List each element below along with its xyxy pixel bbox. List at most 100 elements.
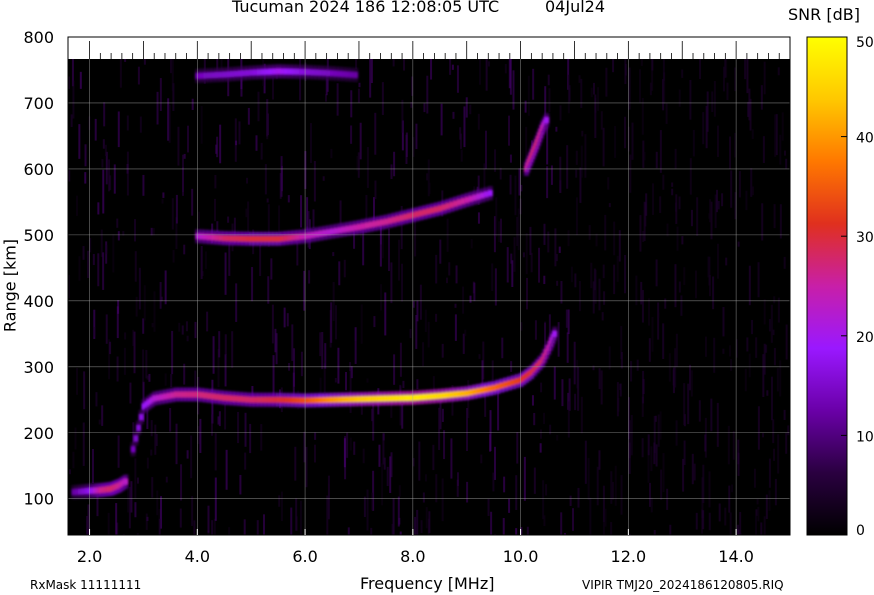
noise-mark bbox=[696, 197, 699, 236]
noise-mark bbox=[191, 188, 194, 216]
noise-mark bbox=[648, 298, 651, 326]
noise-mark bbox=[175, 194, 178, 224]
noise-mark bbox=[487, 498, 490, 516]
noise-mark bbox=[650, 497, 653, 513]
noise-mark bbox=[94, 118, 97, 141]
noise-mark bbox=[702, 464, 705, 504]
y-tick-label: 100 bbox=[23, 490, 54, 509]
noise-mark bbox=[156, 490, 159, 516]
noise-mark bbox=[324, 343, 327, 369]
noise-mark bbox=[362, 448, 365, 464]
noise-mark bbox=[409, 328, 412, 339]
noise-mark bbox=[358, 82, 361, 88]
noise-mark bbox=[75, 195, 78, 216]
noise-mark bbox=[556, 280, 559, 286]
noise-mark bbox=[445, 277, 448, 284]
noise-mark bbox=[630, 415, 633, 456]
noise-mark bbox=[760, 85, 763, 110]
noise-mark bbox=[95, 392, 98, 407]
noise-mark bbox=[722, 348, 725, 354]
noise-mark bbox=[763, 343, 766, 375]
noise-mark bbox=[503, 476, 506, 493]
noise-mark bbox=[678, 281, 681, 293]
noise-mark bbox=[257, 91, 260, 122]
noise-mark bbox=[751, 186, 754, 196]
noise-mark bbox=[405, 134, 408, 164]
noise-mark bbox=[78, 256, 81, 281]
noise-mark bbox=[452, 111, 455, 119]
noise-mark bbox=[733, 132, 736, 158]
noise-mark bbox=[746, 59, 749, 94]
noise-mark bbox=[560, 512, 563, 535]
noise-mark bbox=[107, 512, 110, 535]
ionogram-chart: 2.0 4.0 6.0 8.0 10.0 12.0 14.0 800700600500400… bbox=[23, 28, 874, 566]
noise-mark bbox=[620, 475, 623, 515]
colorbar-tick-label: 20 bbox=[856, 330, 874, 346]
noise-mark bbox=[680, 295, 683, 316]
noise-mark bbox=[398, 239, 401, 281]
noise-mark bbox=[190, 435, 193, 479]
noise-mark bbox=[456, 65, 459, 93]
noise-mark bbox=[267, 276, 270, 304]
noise-mark bbox=[490, 511, 493, 535]
noise-mark bbox=[363, 496, 366, 518]
noise-mark bbox=[454, 303, 457, 308]
noise-mark bbox=[451, 64, 454, 70]
noise-mark bbox=[255, 135, 258, 151]
y-axis: 800 700 600 500 400 300 200 100 bbox=[23, 28, 54, 509]
noise-mark bbox=[256, 520, 259, 535]
noise-mark bbox=[399, 342, 402, 377]
noise-mark bbox=[115, 503, 118, 535]
noise-mark bbox=[779, 204, 782, 239]
noise-mark bbox=[338, 261, 341, 286]
noise-mark bbox=[779, 134, 782, 165]
noise-mark bbox=[721, 193, 724, 207]
noise-mark bbox=[101, 159, 104, 168]
noise-mark bbox=[393, 151, 396, 177]
noise-mark bbox=[304, 151, 307, 189]
noise-mark bbox=[598, 368, 601, 390]
noise-mark bbox=[729, 512, 732, 535]
noise-mark bbox=[611, 481, 614, 500]
noise-mark bbox=[671, 188, 674, 196]
noise-mark bbox=[501, 337, 504, 359]
trace-mark bbox=[544, 117, 550, 124]
noise-mark bbox=[355, 59, 358, 69]
noise-mark bbox=[126, 115, 129, 131]
noise-mark bbox=[98, 419, 101, 425]
noise-mark bbox=[112, 234, 115, 273]
noise-mark bbox=[102, 139, 105, 149]
noise-mark bbox=[159, 78, 162, 111]
noise-mark bbox=[671, 182, 674, 187]
x-tick-label: 4.0 bbox=[185, 547, 210, 566]
noise-mark bbox=[430, 59, 433, 80]
noise-mark bbox=[440, 103, 443, 136]
noise-mark bbox=[692, 129, 695, 157]
noise-mark bbox=[525, 233, 528, 275]
noise-mark bbox=[134, 219, 137, 242]
noise-mark bbox=[693, 463, 696, 481]
noise-mark bbox=[704, 336, 707, 357]
noise-mark bbox=[186, 125, 189, 153]
noise-mark bbox=[266, 198, 269, 203]
noise-mark bbox=[526, 277, 529, 310]
noise-mark bbox=[213, 518, 216, 535]
noise-mark bbox=[766, 390, 769, 396]
noise-mark bbox=[469, 104, 472, 115]
noise-mark bbox=[401, 99, 404, 133]
noise-mark bbox=[82, 422, 85, 466]
noise-mark bbox=[730, 170, 733, 208]
noise-mark bbox=[702, 112, 705, 145]
noise-mark bbox=[781, 112, 784, 141]
noise-mark bbox=[543, 412, 546, 425]
noise-mark bbox=[370, 59, 373, 84]
noise-mark bbox=[533, 467, 536, 494]
noise-mark bbox=[105, 151, 108, 185]
noise-mark bbox=[768, 490, 771, 511]
noise-mark bbox=[464, 329, 467, 337]
noise-mark bbox=[784, 150, 787, 156]
noise-mark bbox=[716, 402, 719, 447]
noise-mark bbox=[145, 513, 148, 530]
noise-mark bbox=[390, 262, 393, 304]
noise-mark bbox=[768, 318, 771, 332]
